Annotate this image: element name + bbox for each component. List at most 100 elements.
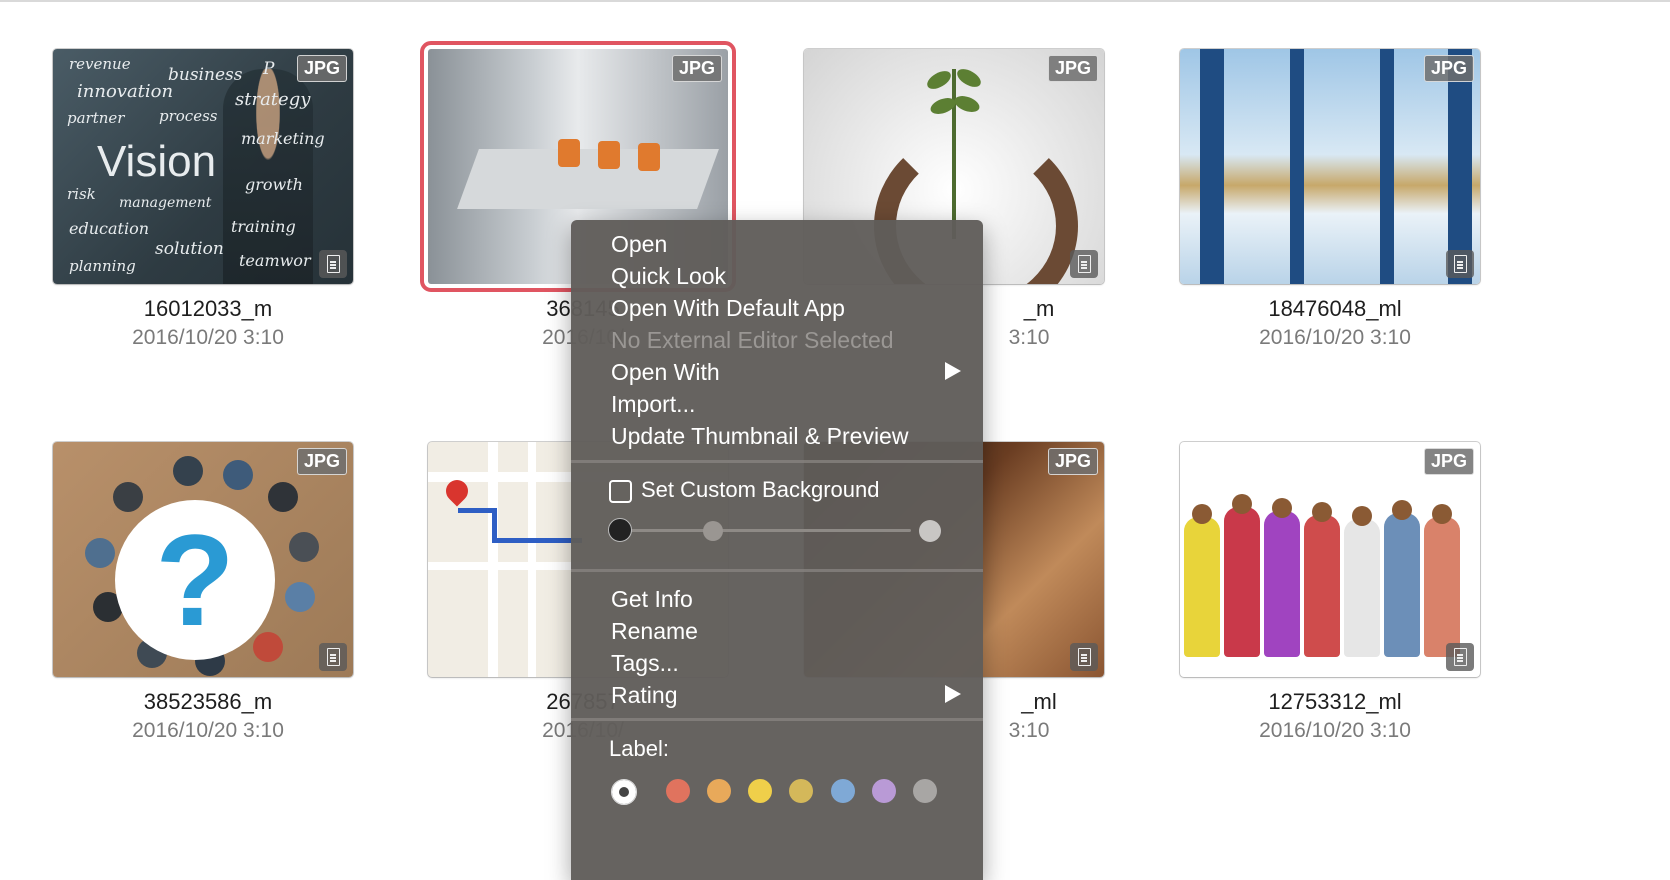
person-head	[1192, 504, 1212, 524]
thumbnail-word: management	[119, 195, 212, 211]
menu-item-no-external-editor: No External Editor Selected	[611, 327, 894, 353]
file-tile[interactable]: JPG 12753312_ml 2016/10/20 3:10	[1170, 442, 1500, 782]
chair	[638, 143, 660, 171]
thumbnail[interactable]: ? JPG	[53, 442, 353, 677]
menu-separator	[571, 718, 983, 721]
context-menu: Open Quick Look Open With Default App No…	[571, 220, 983, 880]
file-type-badge: JPG	[296, 55, 347, 82]
person-head	[1432, 504, 1452, 524]
menu-item-open[interactable]: Open	[611, 228, 667, 260]
person	[1424, 517, 1460, 657]
thumbnail-word: strategy	[235, 89, 311, 110]
thumbnail[interactable]: revenue business P innovation strategy p…	[53, 49, 353, 284]
document-icon[interactable]	[1446, 643, 1474, 671]
person	[1264, 511, 1300, 657]
map-road	[528, 442, 536, 677]
thumbnail-word: partner	[67, 109, 125, 127]
label-color-swatch[interactable]	[913, 779, 937, 803]
thumbnail[interactable]: JPG	[1180, 49, 1480, 284]
leaf	[924, 67, 954, 93]
chair	[558, 139, 580, 167]
map-route	[492, 508, 497, 542]
person-head	[1392, 500, 1412, 520]
thumbnail-word: revenue	[69, 55, 131, 73]
window-pillar	[1380, 49, 1394, 284]
file-type-badge: JPG	[1047, 448, 1098, 475]
label-color-swatch[interactable]	[831, 779, 855, 803]
question-mark-icon: ?	[155, 507, 235, 653]
thumbnail-word: training	[231, 217, 296, 236]
label-heading: Label:	[609, 736, 669, 761]
file-date: 2016/10/20 3:10	[132, 719, 284, 742]
person-head	[1312, 502, 1332, 522]
person-head	[1232, 494, 1252, 514]
thumbnail-word: growth	[245, 175, 303, 194]
file-name: 16012033_m	[143, 296, 273, 321]
menu-item-tags[interactable]: Tags...	[611, 647, 679, 679]
menu-item-update-thumbnail[interactable]: Update Thumbnail & Preview	[611, 420, 908, 452]
thumbnail-word: P	[263, 59, 275, 79]
map-road	[488, 442, 498, 677]
thumbnail-word: business	[168, 65, 243, 85]
document-icon[interactable]	[319, 250, 347, 278]
plant-stem	[952, 69, 956, 239]
file-tile[interactable]: ? JPG 38523586_m 2016/10/20 3:10	[43, 442, 373, 782]
document-icon[interactable]	[1446, 250, 1474, 278]
thumbnail-word: process	[159, 107, 218, 125]
thumbnail-word: solution	[155, 239, 224, 259]
file-name: 38523586_m	[143, 689, 273, 714]
thumbnail-word: Vision	[97, 137, 217, 186]
file-type-badge: JPG	[296, 448, 347, 475]
menu-item-quick-look[interactable]: Quick Look	[611, 260, 726, 292]
custom-background-checkbox[interactable]	[609, 480, 632, 503]
thumbnail[interactable]: JPG	[1180, 442, 1480, 677]
top-border	[0, 0, 1670, 2]
document-icon[interactable]	[319, 643, 347, 671]
custom-background-label: Set Custom Background	[641, 477, 880, 502]
menu-item-import[interactable]: Import...	[611, 388, 695, 420]
window-pillar	[1448, 49, 1472, 284]
file-date: 2016/10/20 3:10	[1259, 719, 1411, 742]
file-name: 18476048_ml	[1268, 296, 1402, 321]
thumbnail-word: risk	[67, 185, 96, 203]
person	[1344, 519, 1380, 657]
thumbnail-word: marketing	[241, 129, 325, 148]
window-pillar	[1200, 49, 1224, 284]
file-tile[interactable]: JPG 18476048_ml 2016/10/20 3:10	[1170, 49, 1500, 389]
file-type-badge: JPG	[1423, 448, 1474, 475]
label-none-swatch[interactable]	[611, 779, 637, 805]
label-color-swatch[interactable]	[707, 779, 731, 803]
menu-item-get-info[interactable]: Get Info	[611, 583, 693, 615]
label-color-swatch[interactable]	[666, 779, 690, 803]
label-color-swatch[interactable]	[872, 779, 896, 803]
menu-item-open-with[interactable]: Open With	[611, 356, 720, 388]
menu-item-open-with-default-app[interactable]: Open With Default App	[611, 292, 845, 324]
menu-separator	[571, 460, 983, 463]
meeting-table	[457, 149, 719, 209]
person	[1304, 515, 1340, 657]
leaf	[954, 65, 984, 91]
submenu-arrow-icon	[945, 685, 961, 703]
thumbnail-word: innovation	[77, 81, 174, 102]
document-icon[interactable]	[1070, 250, 1098, 278]
file-type-badge: JPG	[1423, 55, 1474, 82]
menu-item-rename[interactable]: Rename	[611, 615, 698, 647]
file-tile[interactable]: revenue business P innovation strategy p…	[43, 49, 373, 389]
slider-thumb[interactable]	[703, 521, 723, 541]
dark-background-option[interactable]	[608, 518, 632, 542]
light-background-option[interactable]	[919, 520, 941, 542]
menu-item-rating[interactable]: Rating	[611, 679, 677, 711]
menu-separator	[571, 569, 983, 572]
thumbnail-word: education	[69, 219, 149, 238]
background-slider[interactable]	[621, 529, 911, 532]
file-type-badge: JPG	[1047, 55, 1098, 82]
submenu-arrow-icon	[945, 362, 961, 380]
file-date: 2016/10/20 3:10	[132, 326, 284, 349]
person	[1224, 507, 1260, 657]
person	[1384, 513, 1420, 657]
document-icon[interactable]	[1070, 643, 1098, 671]
label-color-swatch[interactable]	[789, 779, 813, 803]
map-route	[458, 508, 496, 513]
person	[173, 456, 203, 486]
label-color-swatch[interactable]	[748, 779, 772, 803]
